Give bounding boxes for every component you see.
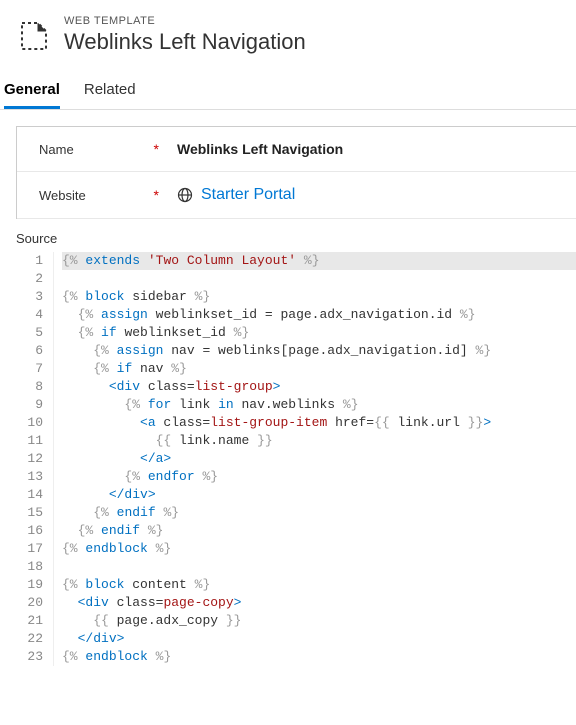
page-header: WEB TEMPLATE Weblinks Left Navigation xyxy=(0,0,576,63)
name-label: Name xyxy=(39,142,74,157)
breadcrumb: WEB TEMPLATE xyxy=(64,15,558,27)
website-row: Website * Starter Portal xyxy=(17,172,576,219)
name-row: Name * Weblinks Left Navigation xyxy=(17,127,576,172)
tab-bar: General Related xyxy=(0,63,576,110)
required-indicator: * xyxy=(154,141,159,157)
tab-related[interactable]: Related xyxy=(84,81,136,109)
form-area: Name * Weblinks Left Navigation Website … xyxy=(16,126,576,219)
globe-icon xyxy=(177,187,193,203)
code-gutter: 1234567891011121314151617181920212223 xyxy=(16,252,54,666)
code-lines[interactable]: {% extends 'Two Column Layout' %} {% blo… xyxy=(54,252,576,666)
tab-general[interactable]: General xyxy=(4,81,60,109)
required-indicator: * xyxy=(154,187,159,203)
website-link[interactable]: Starter Portal xyxy=(177,186,295,204)
source-editor[interactable]: 1234567891011121314151617181920212223 {%… xyxy=(16,252,576,666)
page-title: Weblinks Left Navigation xyxy=(64,29,558,55)
name-input[interactable]: Weblinks Left Navigation xyxy=(177,141,576,157)
source-label: Source xyxy=(0,219,576,252)
website-label: Website xyxy=(39,188,86,203)
web-template-icon xyxy=(18,19,50,51)
